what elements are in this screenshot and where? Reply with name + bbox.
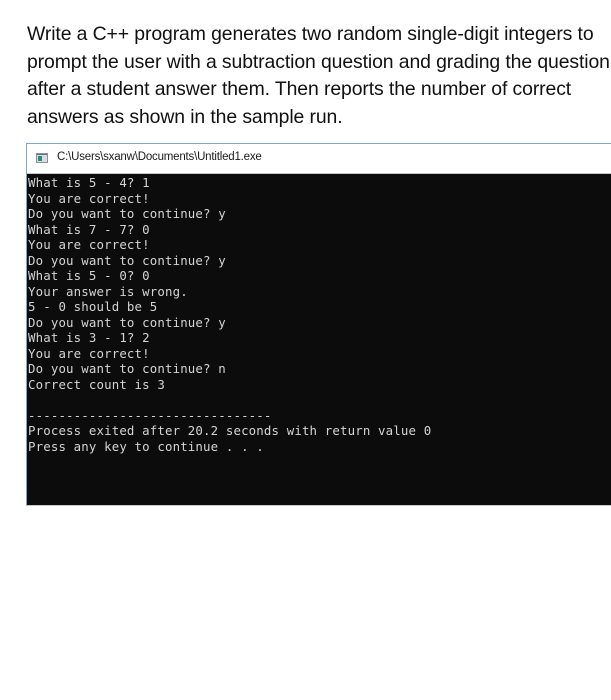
console-separator: -------------------------------- (28, 407, 272, 423)
press-any-key-prompt: Press any key to continue . . . (28, 438, 264, 454)
window-title: C:\Users\sxanw\Documents\Untitled1.exe (57, 151, 262, 163)
console-line: 5 - 0 should be 5 (28, 299, 158, 314)
console-line: You are correct! (28, 237, 150, 252)
console-line: You are correct! (28, 190, 150, 206)
console-line: Do you want to continue? n (28, 361, 226, 376)
console-line: What is 5 - 4? 1 (28, 175, 150, 190)
console-line: What is 7 - 7? 0 (28, 221, 150, 237)
console-line: You are correct! (28, 345, 150, 361)
console-app-icon (36, 153, 48, 163)
question-line: answers as shown in the sample run. (27, 105, 343, 128)
console-titlebar[interactable]: C:\Users\sxanw\Documents\Untitled1.exe (27, 144, 611, 174)
console-line: Do you want to continue? y (28, 206, 226, 221)
console-line: Do you want to continue? y (28, 252, 226, 268)
question-line: prompt the user with a subtraction quest… (27, 50, 610, 73)
question-line: Write a C++ program generates two random… (27, 23, 594, 45)
console-output[interactable]: What is 5 - 4? 1 You are correct! Do you… (27, 174, 611, 505)
console-line: Do you want to continue? y (28, 314, 226, 330)
question-line: after a student answer them. Then report… (27, 78, 572, 100)
console-line: Your answer is wrong. (28, 283, 188, 299)
process-exit-status: Process exited after 20.2 seconds with r… (28, 423, 432, 438)
console-line: What is 5 - 0? 0 (28, 268, 150, 283)
console-line: Correct count is 3 (28, 376, 165, 392)
console-window[interactable]: C:\Users\sxanw\Documents\Untitled1.exe W… (26, 143, 611, 506)
question-text: Write a C++ program generates two random… (27, 21, 611, 131)
console-line: What is 3 - 1? 2 (28, 330, 150, 345)
